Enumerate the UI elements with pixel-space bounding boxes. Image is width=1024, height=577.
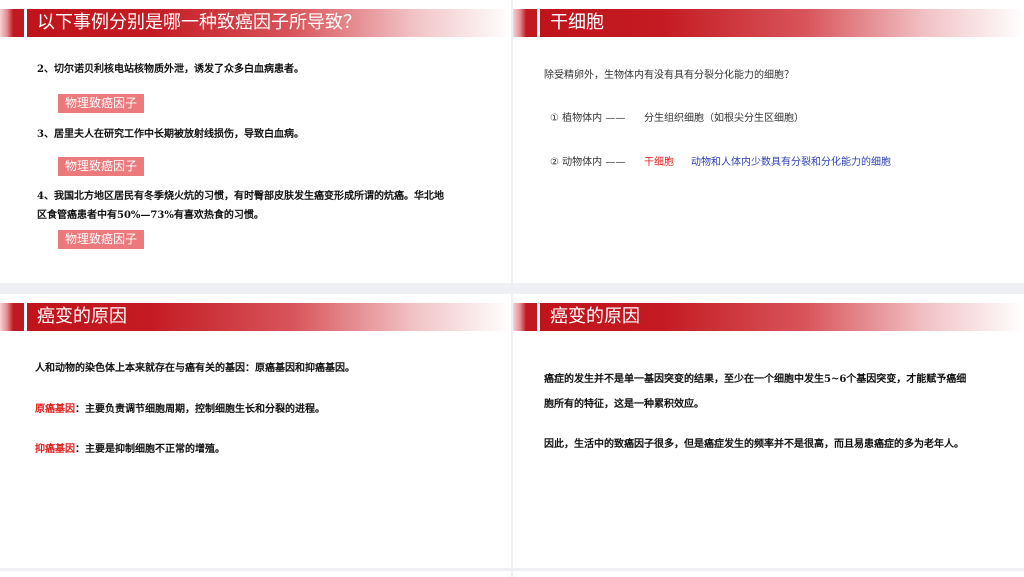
proto-oncogene-text: ：主要负责调节细胞周期，控制细胞生长和分裂的进程。 — [75, 404, 325, 415]
answer-tag: 物理致癌因子 — [58, 94, 145, 113]
slide-partial-bottom-right — [513, 571, 1024, 577]
genes-intro: 人和动物的染色体上本来就存在与癌有关的基因：原癌基因和抑癌基因。 — [35, 363, 355, 374]
example-4-text-line2: 区食管癌患者中有50%—73%有喜欢热食的习惯。 — [37, 210, 264, 221]
slide-cancer-causes-accumulation: 癌变的原因 癌症的发生并不是单一基因突变的结果，至少在一个细胞中发生5~6个基因… — [513, 294, 1024, 568]
plant-label: ① 植物体内 —— — [550, 113, 626, 124]
title-accent — [513, 303, 537, 331]
plant-answer: 分生组织细胞（如根尖分生区细胞） — [644, 113, 804, 124]
slide-carcinogen-examples: 以下事例分别是哪一种致癌因子所导致？ 2、切尔诺贝利核电站核物质外泄，诱发了众多… — [0, 0, 511, 283]
accumulation-para-line2: 胞所有的特征，这是一种累积效应。 — [544, 399, 704, 410]
accumulation-para-line1: 癌症的发生并不是单一基因突变的结果，至少在一个细胞中发生5~6个基因突变，才能赋… — [544, 374, 967, 385]
answer-tag: 物理致癌因子 — [58, 230, 145, 249]
title-bar: 干细胞 — [513, 9, 1024, 37]
slide-title: 以下事例分别是哪一种致癌因子所导致？ — [37, 12, 361, 33]
example-2-text: 2、切尔诺贝利核电站核物质外泄，诱发了众多白血病患者。 — [37, 64, 304, 75]
example-3-text: 3、居里夫人在研究工作中长期被放射线损伤，导致白血病。 — [37, 129, 304, 140]
title-accent — [0, 303, 24, 331]
tumor-suppressor-line: 抑癌基因：主要是抑制细胞不正常的增殖。 — [35, 442, 225, 457]
example-4-text-line1: 4、我国北方地区居民有冬季烧火炕的习惯，有时臀部皮肤发生癌变形成所谓的炕癌。华北… — [37, 191, 444, 202]
slide-title: 癌变的原因 — [37, 306, 127, 327]
tumor-suppressor-text: ：主要是抑制细胞不正常的增殖。 — [75, 444, 225, 455]
title-gradient — [540, 9, 1024, 37]
title-accent — [513, 9, 537, 37]
title-accent — [0, 9, 24, 37]
slide-partial-bottom-left — [0, 571, 511, 577]
conclusion-para: 因此，生活中的致癌因子很多，但是癌症发生的频率并不是很高，而且易患癌症的多为老年… — [544, 439, 964, 450]
proto-oncogene-label: 原癌基因 — [35, 404, 75, 415]
slide-stem-cells: 干细胞 除受精卵外，生物体内有没有具有分裂分化能力的细胞？ ① 植物体内 —— … — [513, 0, 1024, 283]
slide-title: 干细胞 — [550, 12, 604, 33]
title-bar: 以下事例分别是哪一种致癌因子所导致？ — [0, 9, 511, 37]
title-bar: 癌变的原因 — [0, 303, 511, 331]
proto-oncogene-line: 原癌基因：主要负责调节细胞周期，控制细胞生长和分裂的进程。 — [35, 402, 325, 417]
title-bar: 癌变的原因 — [513, 303, 1024, 331]
animal-label: ② 动物体内 —— — [550, 157, 626, 168]
answer-tag: 物理致癌因子 — [58, 157, 145, 176]
slide-cancer-causes-genes: 癌变的原因 人和动物的染色体上本来就存在与癌有关的基因：原癌基因和抑癌基因。 原… — [0, 294, 511, 568]
animal-answer-blue: 动物和人体内少数具有分裂和分化能力的细胞 — [691, 157, 891, 168]
slide-title: 癌变的原因 — [550, 306, 640, 327]
question-text: 除受精卵外，生物体内有没有具有分裂分化能力的细胞？ — [544, 70, 794, 81]
animal-answer-red: 干细胞 — [644, 157, 674, 168]
tumor-suppressor-label: 抑癌基因 — [35, 444, 75, 455]
